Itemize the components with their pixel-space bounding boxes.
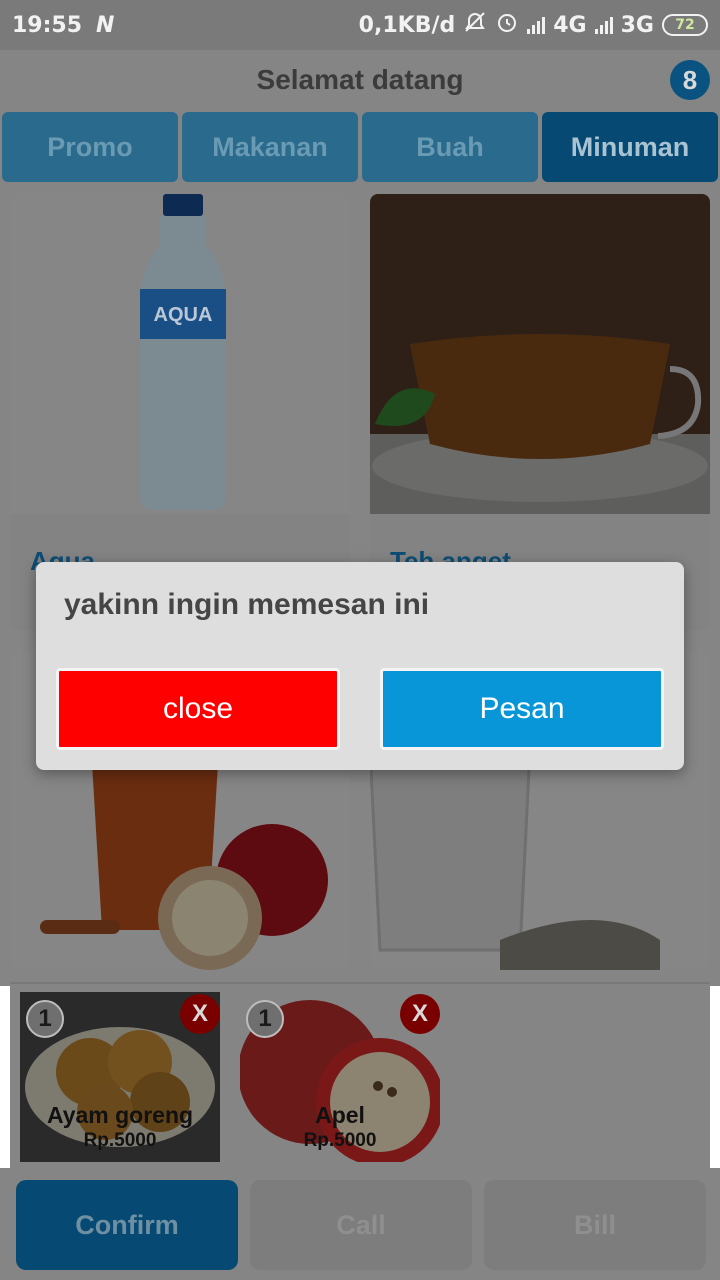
water-bottle-image: AQUA (10, 194, 350, 514)
order-item-price: Rp.5000 (83, 1130, 157, 1151)
order-item-name: Ayam goreng (46, 1102, 194, 1128)
remove-item-button[interactable]: X (180, 994, 220, 1034)
svg-text:AQUA: AQUA (154, 304, 213, 326)
cart-count-badge[interactable]: 8 (670, 60, 710, 100)
network-type-1: 4G (553, 12, 587, 38)
signal-icon-2 (594, 16, 613, 34)
hot-tea-image (370, 194, 710, 514)
confirm-order-dialog: yakinn ingin memesan ini close Pesan (36, 562, 684, 770)
app-header: Selamat datang 8 (0, 50, 720, 110)
battery-icon: 72 (662, 14, 708, 36)
remove-item-button[interactable]: X (400, 994, 440, 1034)
dialog-message: yakinn ingin memesan ini (64, 588, 430, 621)
tab-buah[interactable]: Buah (362, 112, 538, 182)
bottom-action-bar: Confirm Call Bill (0, 1168, 720, 1280)
quantity-badge: 1 (246, 1000, 284, 1038)
bill-button[interactable]: Bill (484, 1180, 706, 1270)
order-item-apel[interactable]: 1 X Apel Rp.5000 (240, 992, 440, 1162)
dialog-order-button[interactable]: Pesan (380, 668, 664, 750)
order-item-name: Apel (315, 1102, 365, 1128)
signal-icon (527, 16, 546, 34)
net-speed: 0,1KB/d (358, 12, 456, 38)
mute-icon (463, 11, 487, 39)
tab-minuman[interactable]: Minuman (542, 112, 718, 182)
network-type-2: 3G (620, 12, 654, 38)
tab-promo[interactable]: Promo (2, 112, 178, 182)
quantity-badge: 1 (26, 1000, 64, 1038)
order-item-ayam-goreng[interactable]: 1 X Ayam goreng Rp.5000 (20, 992, 220, 1162)
tab-makanan[interactable]: Makanan (182, 112, 358, 182)
call-button[interactable]: Call (250, 1180, 472, 1270)
alarm-icon (495, 10, 519, 40)
confirm-button[interactable]: Confirm (16, 1180, 238, 1270)
order-list: 1 X Ayam goreng Rp.5000 1 X Apel Rp.5000 (10, 982, 710, 1168)
dialog-close-button[interactable]: close (56, 668, 340, 750)
order-item-price: Rp.5000 (303, 1130, 377, 1151)
notification-icon: N (96, 12, 115, 38)
status-time: 19:55 (12, 12, 83, 38)
status-bar: 19:55 N 0,1KB/d 4G 3G 72 (0, 0, 720, 50)
category-tabs: Promo Makanan Buah Minuman (0, 110, 720, 186)
page-title: Selamat datang (256, 64, 464, 95)
